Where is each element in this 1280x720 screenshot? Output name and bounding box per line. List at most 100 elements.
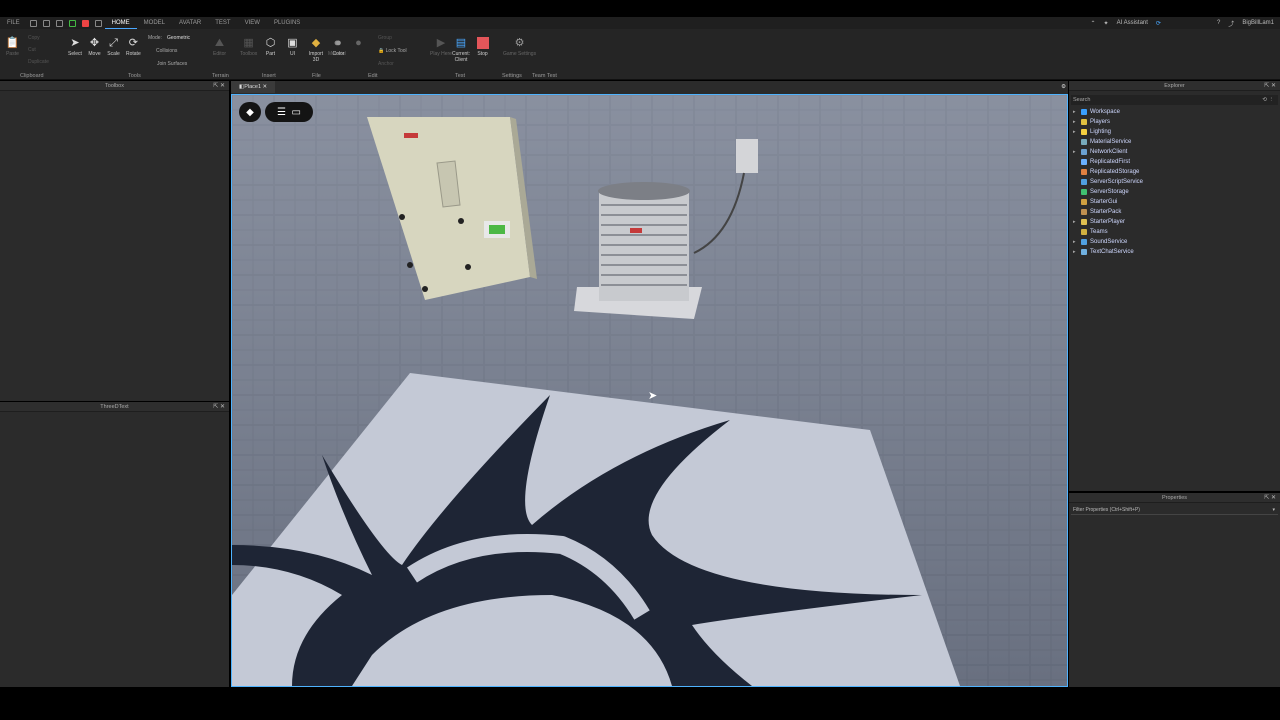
duplicate-button[interactable]: Duplicate <box>28 59 49 65</box>
sync-icon[interactable]: ⟳ <box>1156 20 1161 27</box>
thermostat-screen <box>489 225 505 234</box>
ai-assistant-button[interactable]: AI Assistant <box>1117 20 1148 26</box>
filter-dropdown-icon[interactable]: ▾ <box>1272 505 1275 515</box>
group-button[interactable]: Group <box>378 35 392 41</box>
cut-button[interactable]: Cut <box>28 47 36 53</box>
explorer-item-serverscriptservice[interactable]: ServerScriptService <box>1069 177 1280 187</box>
explorer-item-label: ServerStorage <box>1090 189 1129 195</box>
explorer-item-starterpack[interactable]: StarterPack <box>1069 207 1280 217</box>
terrain-editor-button[interactable]: ⛰ Editor <box>213 36 226 57</box>
furnace-logo <box>404 133 418 138</box>
explorer-item-replicatedfirst[interactable]: ReplicatedFirst <box>1069 157 1280 167</box>
share-icon[interactable]: ⤴ <box>1228 19 1234 28</box>
expand-icon[interactable]: ⚙ <box>1061 81 1066 93</box>
explorer-item-label: StarterPlayer <box>1090 219 1126 225</box>
undo-icon[interactable] <box>94 19 102 27</box>
service-icon <box>1081 139 1087 145</box>
panel-controls[interactable]: ⇱ ✕ <box>1264 493 1276 503</box>
explorer-item-serverstorage[interactable]: ServerStorage <box>1069 187 1280 197</box>
3d-viewport[interactable]: ◆ ☰ ▭ ➤ <box>231 94 1068 687</box>
select-tool[interactable]: ➤ Select <box>68 36 82 57</box>
explorer-search[interactable]: Search ⟲ ⋮ <box>1071 95 1278 105</box>
group-team-test: Team Test <box>532 73 557 79</box>
expand-arrow-icon[interactable]: ▸ <box>1073 247 1079 257</box>
explorer-item-networkclient[interactable]: ▸ NetworkClient <box>1069 147 1280 157</box>
file-menu[interactable]: FILE <box>0 17 27 29</box>
tab-test[interactable]: TEST <box>208 17 237 29</box>
import-icon: ◆ <box>311 36 321 49</box>
expand-arrow-icon[interactable]: ▸ <box>1073 127 1079 137</box>
save-icon[interactable] <box>55 19 63 27</box>
history-icon[interactable]: ⟲ ⋮ <box>1262 95 1274 105</box>
tab-home[interactable]: HOME <box>104 17 137 29</box>
tab-model[interactable]: MODEL <box>137 17 172 29</box>
stop-button[interactable]: Stop <box>476 36 489 57</box>
open-icon[interactable] <box>42 19 50 27</box>
explorer-item-label: StarterPack <box>1090 209 1122 215</box>
lock-icon: 🔒 <box>378 48 385 54</box>
game-settings-button[interactable]: ⚙ Game Settings <box>503 36 536 57</box>
play-here-button[interactable]: ▶ Play Here <box>430 36 452 57</box>
toolbox-button[interactable]: ▦ Toolbox <box>240 36 257 57</box>
part-button[interactable]: ⬡ Part <box>264 36 277 57</box>
viewport-tab[interactable]: ◧ Place1 ✕ <box>231 81 276 93</box>
expand-arrow-icon[interactable]: ▸ <box>1073 107 1079 117</box>
explorer-item-label: StarterGui <box>1090 199 1118 205</box>
roblox-menu-button[interactable]: ◆ <box>239 102 261 122</box>
explorer-item-teams[interactable]: Teams <box>1069 227 1280 237</box>
join-surfaces-toggle[interactable]: Join Surfaces <box>157 61 187 67</box>
lock-tool-button[interactable]: 🔒 Lock Tool <box>378 48 407 54</box>
expand-arrow-icon[interactable]: ▸ <box>1073 237 1079 247</box>
panel-controls[interactable]: ⇱ ✕ <box>1264 81 1276 91</box>
service-icon <box>1081 249 1087 255</box>
explorer-item-lighting[interactable]: ▸ Lighting <box>1069 127 1280 137</box>
move-tool[interactable]: ✥ Move <box>88 36 101 57</box>
anchor-button[interactable]: Anchor <box>378 61 394 67</box>
service-icon <box>1081 179 1087 185</box>
help-icon[interactable]: ? <box>1217 20 1220 26</box>
mode-dropdown[interactable]: Geometric <box>167 35 190 41</box>
explorer-item-soundservice[interactable]: ▸ SoundService <box>1069 237 1280 247</box>
tab-avatar[interactable]: AVATAR <box>172 17 208 29</box>
username[interactable]: BigBillLam1 <box>1242 20 1274 26</box>
explorer-item-textchatservice[interactable]: ▸ TextChatService <box>1069 247 1280 257</box>
disconnect-box[interactable] <box>736 139 758 173</box>
scale-tool[interactable]: ⤢ Scale <box>107 36 120 57</box>
new-icon[interactable] <box>29 19 37 27</box>
ai-assistant-icon[interactable]: ✦ <box>1104 20 1109 27</box>
explorer-item-startergui[interactable]: StarterGui <box>1069 197 1280 207</box>
tab-view[interactable]: VIEW <box>238 17 267 29</box>
panel-controls[interactable]: ⇱ ✕ <box>213 402 225 412</box>
viewport-tab-bar: ◧ Place1 ✕ ⚙ <box>231 81 1068 93</box>
three-d-text-panel: ThreeDText ⇱ ✕ <box>0 402 229 687</box>
panel-controls[interactable]: ⇱ ✕ <box>213 81 225 91</box>
collapse-icon[interactable]: ⌃ <box>1091 20 1096 27</box>
explorer-item-workspace[interactable]: ▸ Workspace <box>1069 107 1280 117</box>
chat-icon: ▭ <box>291 106 301 118</box>
play-icon[interactable] <box>68 19 76 27</box>
record-icon[interactable] <box>81 19 89 27</box>
paste-button[interactable]: 📋 Paste <box>6 36 20 57</box>
ui-button[interactable]: ▣ UI <box>286 36 299 57</box>
mouse-cursor-icon: ➤ <box>648 390 658 402</box>
expand-arrow-icon[interactable]: ▸ <box>1073 117 1079 127</box>
filter-properties-input[interactable]: Filter Properties (Ctrl+Shift+P) ▾ <box>1071 505 1278 515</box>
import3d-button[interactable]: ◆ Import 3D <box>306 36 326 63</box>
copy-button[interactable]: Copy <box>28 35 40 41</box>
explorer-item-replicatedstorage[interactable]: ReplicatedStorage <box>1069 167 1280 177</box>
expand-arrow-icon[interactable]: ▸ <box>1073 147 1079 157</box>
tab-plugins[interactable]: PLUGINS <box>267 17 307 29</box>
topbar-menu-button[interactable]: ☰ ▭ <box>265 102 313 122</box>
group-insert: Insert <box>262 73 276 79</box>
collisions-toggle[interactable]: Collisions <box>156 48 177 54</box>
material-manager-button[interactable]: ● <box>352 36 365 51</box>
explorer-item-players[interactable]: ▸ Players <box>1069 117 1280 127</box>
properties-panel: Properties ⇱ ✕ Filter Properties (Ctrl+S… <box>1069 493 1280 687</box>
current-client-button[interactable]: ▤ Current: Client <box>451 36 471 63</box>
group-file: File <box>312 73 321 79</box>
explorer-item-starterplayer[interactable]: ▸ StarterPlayer <box>1069 217 1280 227</box>
expand-arrow-icon[interactable]: ▸ <box>1073 217 1079 227</box>
rotate-tool[interactable]: ⟳ Rotate <box>126 36 141 57</box>
explorer-item-materialservice[interactable]: MaterialService <box>1069 137 1280 147</box>
color-button[interactable]: ● Color <box>332 36 345 57</box>
